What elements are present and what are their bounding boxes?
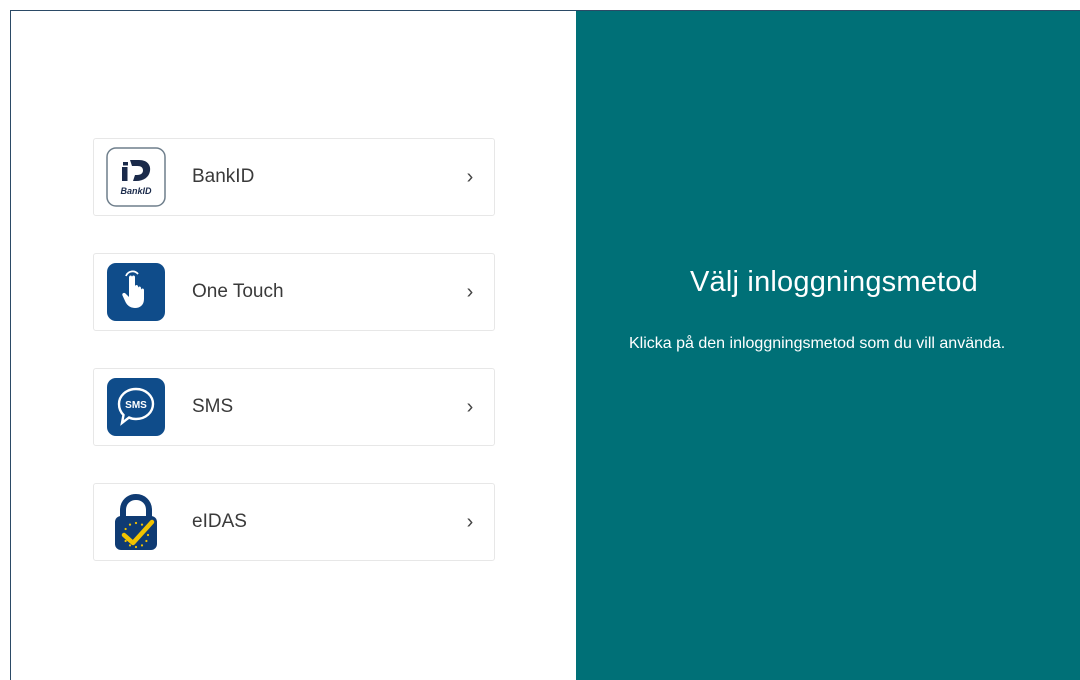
info-panel: Välj inloggningsmetod Klicka på den inlo…	[576, 11, 1080, 680]
chevron-right-icon: ›	[466, 395, 474, 418]
method-sms-button[interactable]: SMS SMS ›	[93, 368, 495, 446]
page-description: Klicka på den inloggningsmetod som du vi…	[629, 335, 1006, 352]
sms-bubble-text: SMS	[125, 400, 147, 411]
method-panel: BankID BankID › One Touch › SMS SMS › eI…	[11, 11, 576, 680]
method-eidas-button[interactable]: eIDAS ›	[93, 483, 495, 561]
method-bankid-button[interactable]: BankID BankID ›	[93, 138, 495, 216]
method-label-one-touch: One Touch	[192, 281, 284, 302]
page-title: Välj inloggningsmetod	[690, 266, 978, 298]
method-label-eidas: eIDAS	[192, 511, 247, 532]
bankid-icon: BankID	[106, 147, 166, 207]
bankid-logo-text: BankID	[120, 186, 152, 196]
method-label-bankid: BankID	[192, 166, 255, 187]
sms-icon: SMS	[106, 377, 166, 437]
method-list: BankID BankID › One Touch › SMS SMS › eI…	[93, 138, 495, 598]
chevron-right-icon: ›	[466, 510, 474, 533]
method-label-sms: SMS	[192, 396, 234, 417]
eidas-icon	[106, 492, 166, 552]
method-one-touch-button[interactable]: One Touch ›	[93, 253, 495, 331]
one-touch-icon	[106, 262, 166, 322]
chevron-right-icon: ›	[466, 165, 474, 188]
login-frame: BankID BankID › One Touch › SMS SMS › eI…	[10, 10, 1080, 680]
chevron-right-icon: ›	[466, 280, 474, 303]
